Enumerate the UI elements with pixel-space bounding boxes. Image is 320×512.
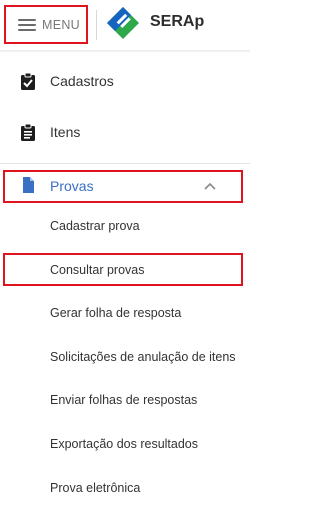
nav-label-cadastros: Cadastros xyxy=(50,73,114,89)
section-divider xyxy=(0,163,250,164)
highlight-menu xyxy=(4,5,88,44)
nav-item-itens[interactable]: Itens xyxy=(0,119,250,145)
subitem-cadastrar-prova[interactable]: Cadastrar prova xyxy=(50,219,140,233)
clipboard-list-icon xyxy=(21,123,35,141)
highlight-consultar-provas xyxy=(3,253,243,286)
highlight-provas xyxy=(3,170,243,203)
subitem-prova-eletronica[interactable]: Prova eletrônica xyxy=(50,481,140,495)
header-shadow xyxy=(0,50,250,53)
clipboard-check-icon xyxy=(21,72,35,90)
brand-name: SERAp xyxy=(150,13,205,30)
subitem-solicitacoes-anulacao[interactable]: Solicitações de anulação de itens xyxy=(50,350,236,364)
nav-label-itens: Itens xyxy=(50,124,81,140)
subitem-exportacao-resultados[interactable]: Exportação dos resultados xyxy=(50,437,198,451)
header-divider xyxy=(96,10,97,40)
nav-item-cadastros[interactable]: Cadastros xyxy=(0,68,250,94)
subitem-enviar-folhas[interactable]: Enviar folhas de respostas xyxy=(50,393,197,407)
subitem-gerar-folha-resposta[interactable]: Gerar folha de resposta xyxy=(50,306,181,320)
serap-logo xyxy=(107,7,139,39)
